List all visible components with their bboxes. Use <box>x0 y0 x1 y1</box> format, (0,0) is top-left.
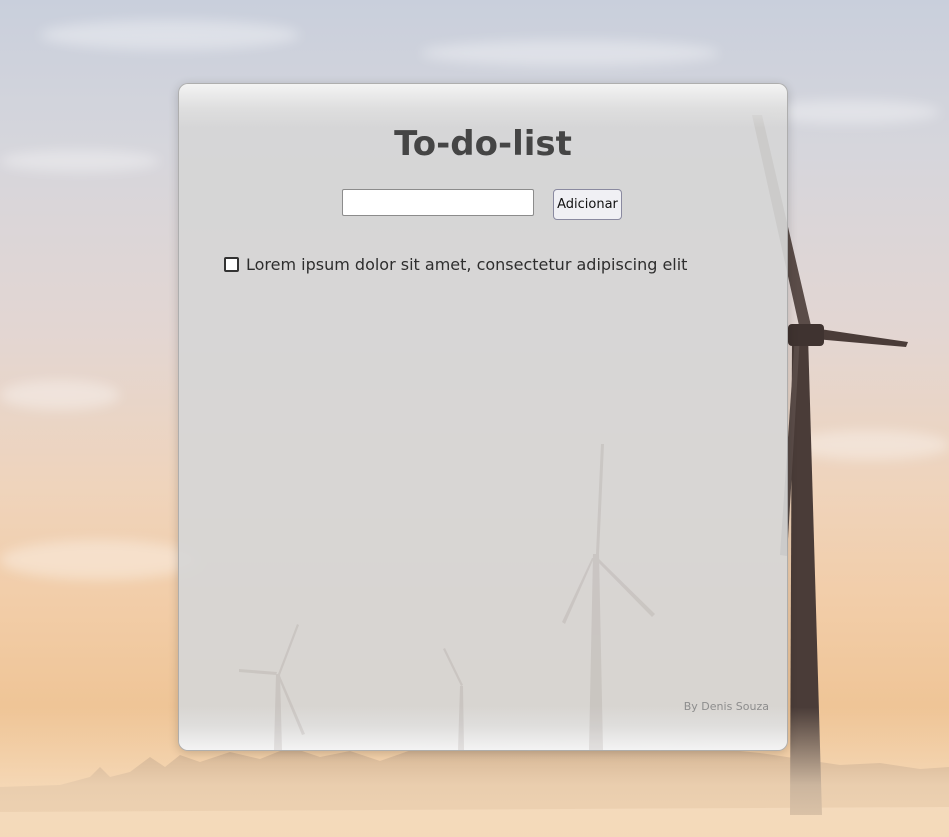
page-title: To-do-list <box>394 124 572 164</box>
add-task-button[interactable]: Adicionar <box>553 189 622 220</box>
todo-card: To-do-list Adicionar Lorem ipsum dolor s… <box>178 83 788 751</box>
task-item: Lorem ipsum dolor sit amet, consectetur … <box>224 252 687 276</box>
task-list: Lorem ipsum dolor sit amet, consectetur … <box>224 252 687 276</box>
task-input[interactable] <box>342 189 534 216</box>
author-credit: By Denis Souza <box>683 700 769 713</box>
task-checkbox[interactable] <box>224 256 239 272</box>
faded-turbines <box>239 444 655 750</box>
task-label: Lorem ipsum dolor sit amet, consectetur … <box>246 254 688 274</box>
